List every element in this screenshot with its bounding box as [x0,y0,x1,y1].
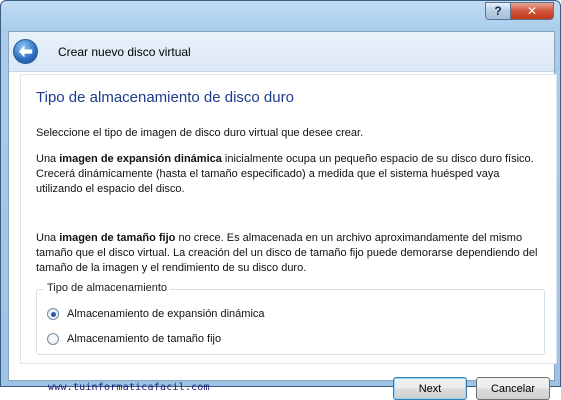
radio-option-fixed[interactable]: Almacenamiento de tamaño fijo [47,333,221,345]
wizard-client-area: Crear nuevo disco virtual Tipo de almace… [8,31,557,400]
fixed-description: Una imagen de tamaño fijo no crece. Es a… [36,231,548,276]
next-button[interactable]: Next [393,377,467,400]
title-bar-buttons: ? ✕ [485,2,554,20]
close-button[interactable]: ✕ [511,2,554,20]
title-bar: ? ✕ [1,1,560,31]
radio-option-dynamic[interactable]: Almacenamiento de expansión dinámica [47,308,265,320]
fixed-description-prefix: Una [36,232,60,244]
wizard-header: Crear nuevo disco virtual [9,32,554,72]
help-button[interactable]: ? [485,2,511,20]
dynamic-description-prefix: Una [36,153,60,165]
content-panel: Tipo de almacenamiento de disco duro Sel… [20,74,557,364]
wizard-title: Crear nuevo disco virtual [58,45,191,59]
storage-type-group: Tipo de almacenamiento Almacenamiento de… [36,282,545,355]
radio-label-dynamic[interactable]: Almacenamiento de expansión dinámica [67,308,265,320]
storage-type-legend: Tipo de almacenamiento [44,282,171,294]
radio-button-dynamic[interactable] [47,308,59,320]
intro-text: Seleccione el tipo de imagen de disco du… [36,127,364,139]
watermark-text: www.tuinformaticafacil.com [48,382,210,393]
back-arrow-icon [18,45,33,58]
dynamic-description-bold: imagen de expansión dinámica [59,153,222,165]
radio-label-fixed[interactable]: Almacenamiento de tamaño fijo [67,333,221,345]
page-title: Tipo de almacenamiento de disco duro [36,89,294,106]
dialog-window: ? ✕ Crear nuevo disco virtual Tipo de al… [0,0,561,400]
fixed-description-bold: imagen de tamaño fijo [59,232,176,244]
radio-button-fixed[interactable] [47,333,59,345]
cancel-button[interactable]: Cancelar [476,377,550,400]
radio-selected-dot [50,311,56,317]
dynamic-description: Una imagen de expansión dinámica inicial… [36,152,548,197]
back-button[interactable] [13,39,38,64]
